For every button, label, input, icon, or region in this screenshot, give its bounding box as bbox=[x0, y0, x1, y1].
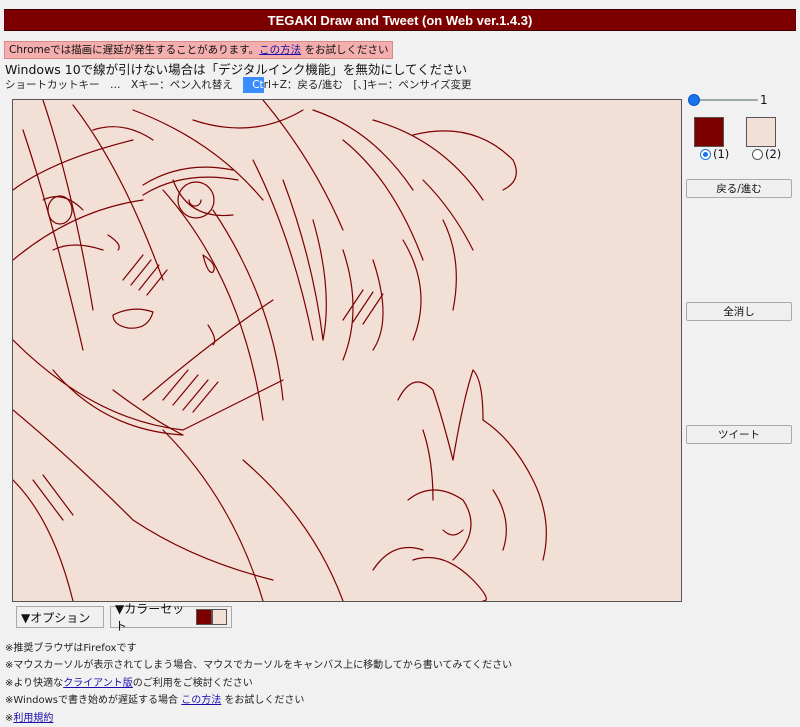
pen-size-slider[interactable] bbox=[688, 94, 758, 106]
shortcut-rest: rl+Z：戻る/進む [、]キー：ペンサイズ変更 bbox=[263, 79, 472, 91]
footer-windows-pre: ※Windowsで書き始めが遅延する場合 bbox=[5, 695, 182, 707]
notice-suffix: をお試しください bbox=[301, 44, 389, 56]
colorset-label: ▼カラーセット bbox=[115, 602, 185, 633]
footer-line-terms: ※利用規約 bbox=[5, 710, 512, 727]
shortcut-label: ショートカットキー … Xキー：ペン入れ替え bbox=[5, 79, 244, 91]
notice-method-link[interactable]: この方法 bbox=[259, 44, 301, 56]
slider-thumb[interactable] bbox=[688, 94, 700, 106]
windows10-ink-notice: Windows 10で線が引けない場合は「デジタルインク機能」を無効にしてくださ… bbox=[5, 62, 468, 77]
shortcut-keys-info: ショートカットキー … Xキー：ペン入れ替え Ctrl+Z：戻る/進む [、]キ… bbox=[5, 77, 472, 93]
sketch-drawing bbox=[13, 100, 547, 601]
footer-windows-post: をお試しください bbox=[221, 695, 305, 707]
chrome-delay-notice: Chromeでは描画に遅延が発生することがあります。この方法 をお試しください bbox=[4, 41, 394, 59]
options-toggle[interactable]: ▼オプション bbox=[16, 606, 104, 628]
pen1-label: (1) bbox=[713, 147, 730, 161]
pen-size-value: 1 bbox=[760, 93, 768, 107]
client-version-link[interactable]: クライアント版 bbox=[63, 678, 133, 689]
pen2-radio[interactable]: (2) bbox=[752, 147, 781, 161]
app-title: TEGAKI Draw and Tweet (on Web ver.1.4.3) bbox=[267, 12, 533, 28]
footer-notes: ※推奨ブラウザはFirefoxです ※マウスカーソルが表示されてしまう場合、マウ… bbox=[5, 640, 512, 727]
pen2-color-swatch[interactable] bbox=[746, 117, 776, 147]
footer-line-windows: ※Windowsで書き始めが遅延する場合 この方法 をお試しください bbox=[5, 692, 512, 709]
windows-method-link[interactable]: この方法 bbox=[181, 695, 221, 706]
footer-line-client: ※より快適なクライアント版のご利用をご検討ください bbox=[5, 675, 512, 692]
radio-dot-selected[interactable] bbox=[700, 148, 711, 160]
options-label: ▼オプション bbox=[21, 610, 91, 625]
undo-redo-button[interactable]: 戻る/進む bbox=[686, 179, 792, 198]
footer-client-pre: ※より快適な bbox=[5, 677, 64, 689]
drawing-canvas[interactable] bbox=[12, 99, 682, 602]
footer-line-cursor: ※マウスカーソルが表示されてしまう場合、マウスでカーソルをキャンバス上に移動して… bbox=[5, 660, 513, 672]
colorset-swatch-light bbox=[211, 609, 227, 625]
app-title-bar: TEGAKI Draw and Tweet (on Web ver.1.4.3) bbox=[4, 9, 796, 31]
footer-line-browser: ※推奨ブラウザはFirefoxです bbox=[5, 643, 137, 654]
pen1-radio[interactable]: (1) bbox=[700, 147, 729, 161]
tweet-button[interactable]: ツイート bbox=[686, 425, 792, 444]
clear-all-button[interactable]: 全消し bbox=[686, 302, 792, 321]
colorset-swatch-dark bbox=[196, 609, 212, 625]
shortcut-selected-text: Ct bbox=[243, 77, 264, 93]
pen1-color-swatch[interactable] bbox=[694, 117, 724, 147]
notice-text: Chromeでは描画に遅延が発生することがあります。 bbox=[9, 44, 260, 56]
slider-track bbox=[690, 99, 758, 101]
pen2-label: (2) bbox=[765, 147, 782, 161]
footer-client-post: のご利用をご検討ください bbox=[132, 677, 253, 689]
radio-dot[interactable] bbox=[752, 148, 763, 160]
colorset-toggle[interactable]: ▼カラーセット bbox=[110, 602, 232, 633]
